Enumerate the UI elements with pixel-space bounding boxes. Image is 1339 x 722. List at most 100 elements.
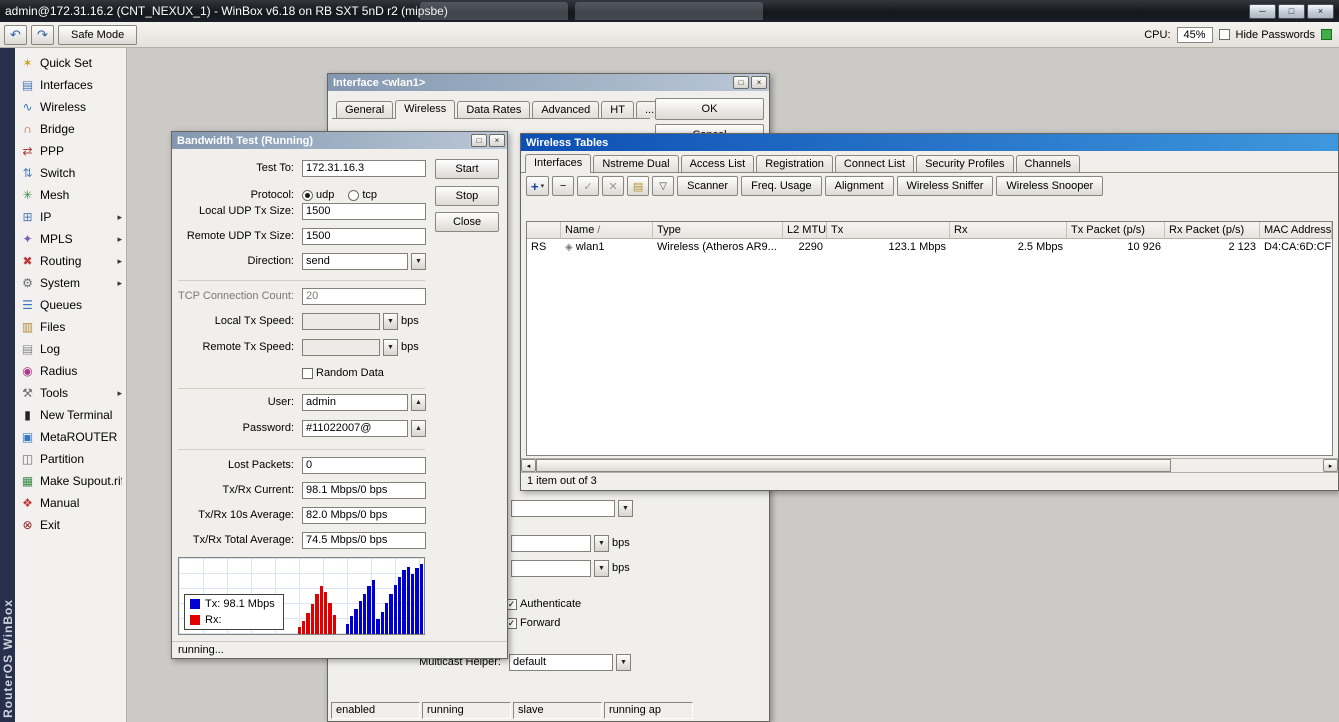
sidebar-item[interactable]: ▮ New Terminal (15, 404, 126, 426)
password-input[interactable] (302, 420, 408, 437)
tab-advanced[interactable]: Advanced (532, 101, 599, 118)
scanner-button[interactable]: Scanner (677, 176, 738, 196)
interface-dropdown-field[interactable] (511, 500, 615, 517)
tab-nstreme-dual[interactable]: Nstreme Dual (593, 155, 678, 172)
tab-wireless[interactable]: Wireless (395, 100, 455, 119)
dropdown-arrow-icon[interactable]: ▼ (594, 560, 609, 577)
sidebar-item[interactable]: ❖ Manual (15, 492, 126, 514)
interface-bps-field[interactable] (511, 560, 591, 577)
sidebar-item[interactable]: ▥ Files (15, 316, 126, 338)
column-header-rx[interactable]: Rx (950, 222, 1067, 239)
protocol-udp-radio[interactable] (302, 190, 313, 201)
dropdown-arrow-icon[interactable]: ▼ (411, 253, 426, 270)
user-input[interactable] (302, 394, 408, 411)
sidebar-item[interactable]: ∿ Wireless (15, 96, 126, 118)
tab-general[interactable]: General (336, 101, 393, 118)
multicast-helper-value[interactable]: default (509, 654, 613, 671)
direction-select[interactable] (302, 253, 408, 270)
dropdown-arrow-icon[interactable]: ▼ (383, 313, 398, 330)
dropdown-arrow-icon[interactable]: ▼ (383, 339, 398, 356)
maximize-button[interactable]: □ (733, 76, 749, 89)
tab-interfaces[interactable]: Interfaces (525, 154, 591, 173)
protocol-tcp-radio[interactable] (348, 190, 359, 201)
tab-channels[interactable]: Channels (1016, 155, 1080, 172)
undo-icon[interactable]: ↶ (4, 25, 27, 45)
horizontal-scrollbar[interactable]: ◂ ▸ (521, 458, 1338, 472)
sidebar-item[interactable]: ✖ Routing ▸ (15, 250, 126, 272)
column-header-l2mtu[interactable]: L2 MTU (783, 222, 827, 239)
dropdown-arrow-icon[interactable]: ▼ (618, 500, 633, 517)
sidebar-item[interactable]: ⇄ PPP (15, 140, 126, 162)
tab-access-list[interactable]: Access List (681, 155, 755, 172)
interface-row-wlan1[interactable]: RS ◈wlan1 Wireless (Atheros AR9... 2290 … (527, 239, 1332, 255)
tab-ht[interactable]: HT (601, 101, 634, 118)
sidebar-item[interactable]: ✶ Quick Set (15, 52, 126, 74)
sidebar-item[interactable]: ⇅ Switch (15, 162, 126, 184)
close-button[interactable]: Close (435, 212, 499, 232)
minimize-button[interactable]: ─ (1249, 4, 1276, 19)
sidebar-item[interactable]: ◫ Partition (15, 448, 126, 470)
sidebar-item[interactable]: ⊗ Exit (15, 514, 126, 536)
random-data-checkbox[interactable] (302, 368, 313, 379)
sidebar-item[interactable]: ◉ Radius (15, 360, 126, 382)
sidebar-item[interactable]: ▤ Log (15, 338, 126, 360)
add-button[interactable]: + ▾ (526, 176, 549, 196)
remote-udp-tx-size-input[interactable] (302, 228, 426, 245)
remove-button[interactable]: − (552, 176, 574, 196)
start-button[interactable]: Start (435, 159, 499, 179)
sidebar-item[interactable]: ☰ Queues (15, 294, 126, 316)
sidebar-item[interactable]: ▦ Make Supout.rif (15, 470, 126, 492)
sidebar-item[interactable]: ⚒ Tools ▸ (15, 382, 126, 404)
tab-registration[interactable]: Registration (756, 155, 833, 172)
column-header-rx-packet[interactable]: Rx Packet (p/s) (1165, 222, 1260, 239)
wireless-snooper-button[interactable]: Wireless Snooper (996, 176, 1103, 196)
stop-button[interactable]: Stop (435, 186, 499, 206)
interface-window-titlebar[interactable]: Interface <wlan1> □ × (328, 74, 769, 91)
sidebar-item[interactable]: ▣ MetaROUTER (15, 426, 126, 448)
wireless-sniffer-button[interactable]: Wireless Sniffer (897, 176, 994, 196)
scroll-left-icon[interactable]: ◂ (521, 459, 536, 472)
close-button[interactable]: × (1307, 4, 1334, 19)
column-header-mac-address[interactable]: MAC Address (1260, 222, 1332, 239)
local-udp-tx-size-input[interactable] (302, 203, 426, 220)
filter-icon[interactable]: ▽ (652, 176, 674, 196)
sidebar-item[interactable]: ✦ MPLS ▸ (15, 228, 126, 250)
close-button[interactable]: × (751, 76, 767, 89)
tab-connect-list[interactable]: Connect List (835, 155, 914, 172)
wireless-tables-titlebar[interactable]: Wireless Tables (521, 134, 1338, 151)
enable-button[interactable]: ✓ (577, 176, 599, 196)
interface-bps-field[interactable] (511, 535, 591, 552)
sidebar-item[interactable]: ∩ Bridge (15, 118, 126, 140)
tab-data-rates[interactable]: Data Rates (457, 101, 530, 118)
scroll-right-icon[interactable]: ▸ (1323, 459, 1338, 472)
app-titlebar[interactable]: admin@172.31.16.2 (CNT_NEXUX_1) - WinBox… (0, 0, 1339, 22)
hide-passwords-checkbox[interactable] (1219, 29, 1230, 40)
column-header-name[interactable]: Name / (561, 222, 653, 239)
scrollbar-thumb[interactable] (536, 459, 1171, 472)
collapse-up-icon[interactable]: ▲ (411, 394, 426, 411)
freq-usage-button[interactable]: Freq. Usage (741, 176, 822, 196)
ok-button[interactable]: OK (655, 98, 764, 120)
sidebar-item[interactable]: ▤ Interfaces (15, 74, 126, 96)
comment-button[interactable]: ▤ (627, 176, 649, 196)
test-to-input[interactable] (302, 160, 426, 177)
bandwidth-test-titlebar[interactable]: Bandwidth Test (Running) □ × (172, 132, 507, 149)
sidebar-item[interactable]: ⚙ System ▸ (15, 272, 126, 294)
sidebar-item[interactable]: ✳ Mesh (15, 184, 126, 206)
maximize-button[interactable]: □ (1278, 4, 1305, 19)
dropdown-arrow-icon[interactable]: ▼ (594, 535, 609, 552)
collapse-up-icon[interactable]: ▲ (411, 420, 426, 437)
column-header-tx-packet[interactable]: Tx Packet (p/s) (1067, 222, 1165, 239)
dropdown-arrow-icon[interactable]: ▼ (616, 654, 631, 671)
column-header-flags[interactable] (527, 222, 561, 239)
safe-mode-button[interactable]: Safe Mode (58, 25, 137, 45)
column-header-type[interactable]: Type (653, 222, 783, 239)
redo-icon[interactable]: ↷ (31, 25, 54, 45)
disable-button[interactable]: ✕ (602, 176, 624, 196)
sidebar-item[interactable]: ⊞ IP ▸ (15, 206, 126, 228)
tab-security-profiles[interactable]: Security Profiles (916, 155, 1013, 172)
column-header-tx[interactable]: Tx (827, 222, 950, 239)
maximize-button[interactable]: □ (471, 134, 487, 147)
alignment-button[interactable]: Alignment (825, 176, 894, 196)
close-button[interactable]: × (489, 134, 505, 147)
